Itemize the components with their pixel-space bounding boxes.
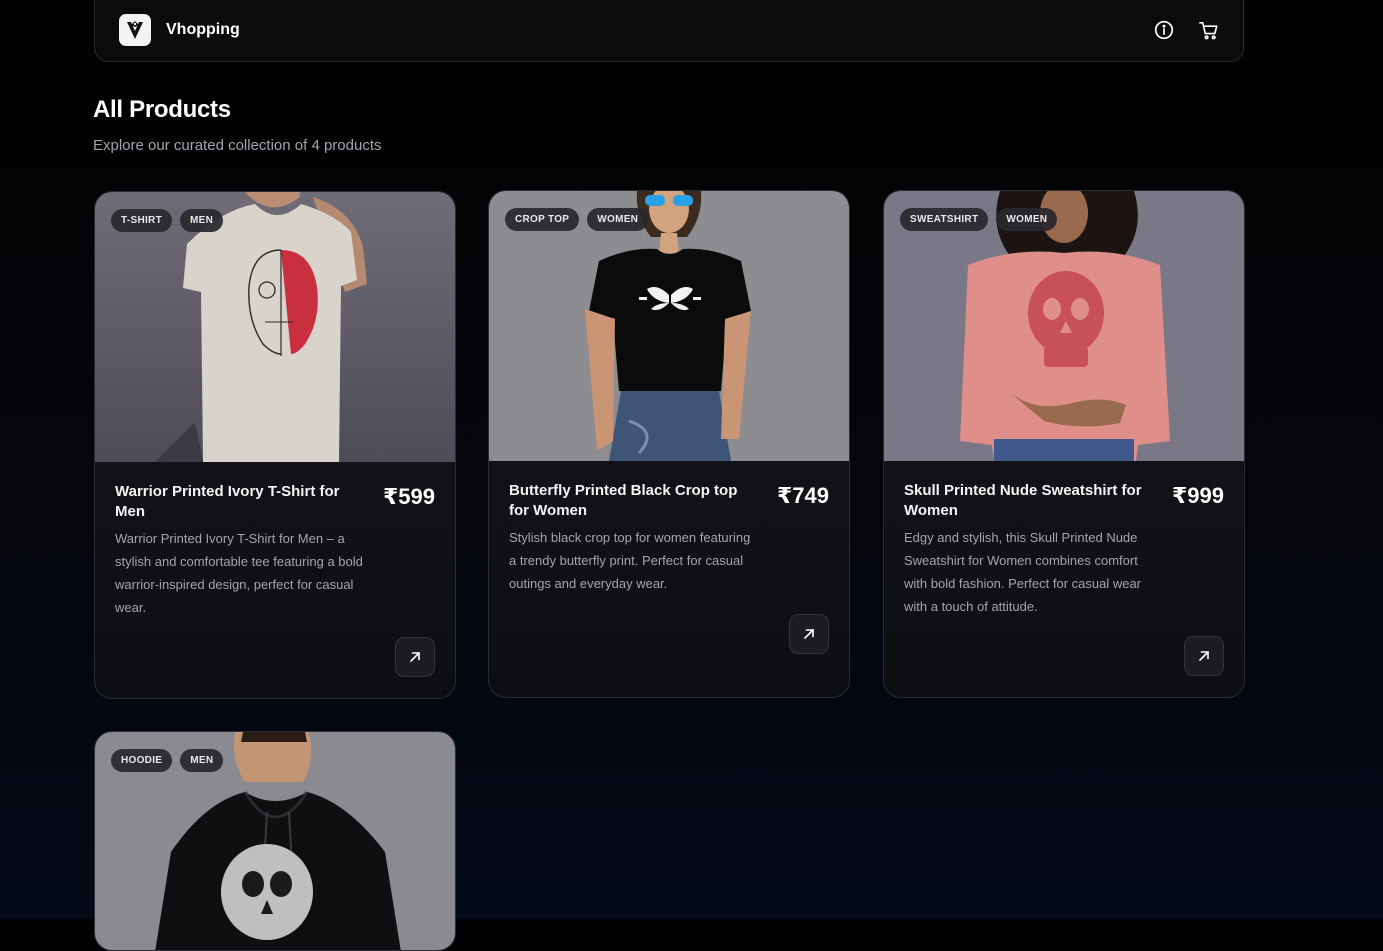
product-tags: SWEATSHIRT WOMEN <box>900 208 1058 231</box>
product-card[interactable]: T-SHIRT MEN Warrior Printed Ivory T-Shir… <box>94 191 456 699</box>
brand-name: Vhopping <box>166 21 240 38</box>
product-title[interactable]: Skull Printed Nude Sweatshirt for Women <box>904 481 1154 521</box>
open-product-button[interactable] <box>395 637 435 677</box>
category-badge: SWEATSHIRT <box>900 208 989 231</box>
category-badge: CROP TOP <box>505 208 580 231</box>
page-subtitle: Explore our curated collection of 4 prod… <box>93 137 382 154</box>
page-title: All Products <box>93 96 231 123</box>
product-price: ₹999 <box>1171 483 1224 508</box>
navbar: Vhopping <box>94 0 1244 62</box>
product-info: Skull Printed Nude Sweatshirt for Women … <box>884 461 1244 638</box>
product-description: Stylish black crop top for women featuri… <box>509 530 751 591</box>
arrow-up-right-icon <box>410 652 420 662</box>
brand-logo-icon <box>119 14 151 46</box>
nav-actions <box>1153 19 1219 41</box>
open-product-button[interactable] <box>789 614 829 654</box>
category-badge: T-SHIRT <box>111 209 172 232</box>
product-tags: T-SHIRT MEN <box>111 209 224 232</box>
product-card[interactable]: CROP TOP WOMEN Butterfly Printed Black C… <box>488 190 850 698</box>
cart-icon[interactable] <box>1197 19 1219 41</box>
arrow-up-right-icon <box>1199 651 1209 661</box>
gender-badge: WOMEN <box>587 208 649 231</box>
product-card[interactable]: SWEATSHIRT WOMEN Skull Printed Nude Swea… <box>883 190 1245 698</box>
info-icon[interactable] <box>1153 19 1175 41</box>
product-price: ₹599 <box>382 484 435 509</box>
product-image[interactable]: CROP TOP WOMEN <box>489 191 849 461</box>
product-title[interactable]: Butterfly Printed Black Crop top for Wom… <box>509 481 759 521</box>
product-tags: HOODIE MEN <box>111 749 224 772</box>
gender-badge: WOMEN <box>996 208 1058 231</box>
product-info: Butterfly Printed Black Crop top for Wom… <box>489 461 849 615</box>
product-image[interactable]: HOODIE MEN <box>95 732 455 950</box>
gender-badge: MEN <box>180 749 224 772</box>
product-card[interactable]: HOODIE MEN <box>94 731 456 951</box>
product-info: Warrior Printed Ivory T-Shirt for Men ₹5… <box>95 462 455 639</box>
product-title[interactable]: Warrior Printed Ivory T-Shirt for Men <box>115 482 365 522</box>
category-badge: HOODIE <box>111 749 173 772</box>
product-price: ₹749 <box>776 483 829 508</box>
product-image[interactable]: SWEATSHIRT WOMEN <box>884 191 1244 461</box>
gender-badge: MEN <box>180 209 224 232</box>
arrow-up-right-icon <box>804 629 814 639</box>
product-description: Edgy and stylish, this Skull Printed Nud… <box>904 530 1142 614</box>
product-description: Warrior Printed Ivory T-Shirt for Men – … <box>115 531 363 615</box>
brand[interactable]: Vhopping <box>119 14 240 46</box>
open-product-button[interactable] <box>1184 636 1224 676</box>
product-tags: CROP TOP WOMEN <box>505 208 649 231</box>
product-image[interactable]: T-SHIRT MEN <box>95 192 455 462</box>
